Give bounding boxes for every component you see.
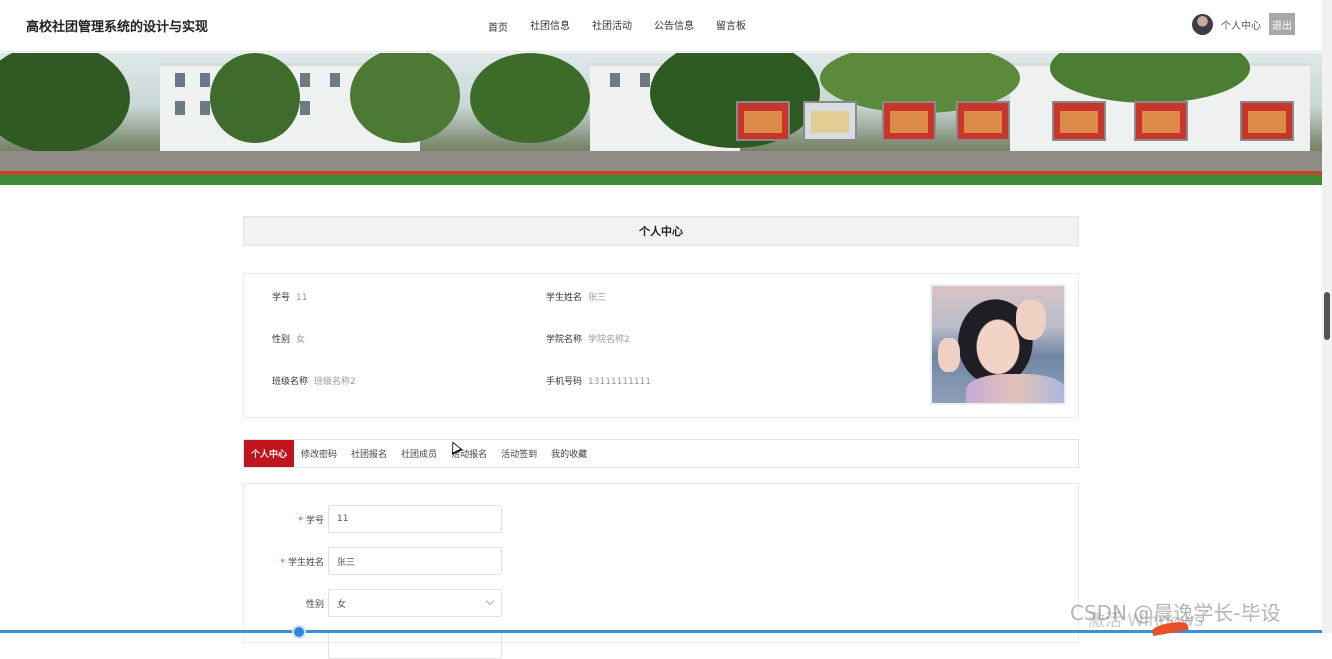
top-navbar: 高校社团管理系统的设计与实现 首页 社团信息 社团活动 公告信息 留言板 个人中… — [0, 0, 1322, 52]
form-label: 性别 — [305, 600, 324, 610]
info-gender: 性别女 — [272, 332, 305, 345]
required-mark: * — [298, 516, 303, 526]
user-area: 个人中心 退出 — [1192, 13, 1295, 35]
scrollbar-thumb[interactable] — [1324, 292, 1330, 340]
nav-club-activities[interactable]: 社团活动 — [592, 17, 632, 34]
form-row-student-name: * 学生姓名 张三 — [244, 547, 544, 575]
info-label: 学生姓名 — [546, 293, 583, 303]
info-student-name: 学生姓名 张三 — [546, 290, 606, 303]
info-label: 学号 — [272, 293, 291, 303]
chevron-down-icon — [485, 596, 495, 606]
form-row-student-no: * 学号 11 — [244, 505, 544, 533]
page-scrollbar[interactable] — [1322, 0, 1332, 633]
info-label: 学院名称 — [546, 335, 583, 345]
tab-club-signup[interactable]: 社团报名 — [344, 440, 394, 467]
info-value: 学院名称2 — [588, 335, 630, 345]
info-class: 班级名称 班级名称2 — [272, 374, 356, 387]
info-label: 班级名称 — [272, 377, 309, 387]
tab-activity-checkin[interactable]: 活动签到 — [494, 440, 544, 467]
info-student-no: 学号 11 — [272, 290, 307, 303]
student-no-input[interactable]: 11 — [328, 505, 502, 533]
gender-select[interactable]: 女 — [328, 589, 502, 617]
info-value: 13111111111 — [588, 377, 652, 387]
profile-form: * 学号 11 * 学生姓名 张三 性别 女 — [243, 483, 1079, 659]
next-input[interactable] — [328, 631, 502, 659]
info-value: 张三 — [588, 293, 607, 303]
tab-club-members[interactable]: 社团成员 — [394, 440, 444, 467]
nav-message-board[interactable]: 留言板 — [716, 17, 746, 34]
info-phone: 手机号码 13111111111 — [546, 374, 651, 387]
tab-my-favorites[interactable]: 我的收藏 — [544, 440, 594, 467]
nav-club-info[interactable]: 社团信息 — [530, 17, 570, 34]
info-value: 女 — [296, 335, 306, 345]
form-label: * 学号 — [298, 516, 324, 526]
info-value: 11 — [296, 293, 308, 303]
required-mark: * — [280, 558, 285, 568]
tab-personal-center[interactable]: 个人中心 — [244, 440, 295, 467]
info-label: 手机号码 — [546, 377, 583, 387]
student-name-input[interactable]: 张三 — [328, 547, 502, 575]
nav-announcements[interactable]: 公告信息 — [654, 17, 694, 34]
profile-photo — [930, 284, 1066, 405]
info-college: 学院名称 学院名称2 — [546, 332, 630, 345]
form-row-gender: 性别 女 — [244, 589, 544, 617]
form-row-next — [244, 631, 544, 659]
site-title[interactable]: 高校社团管理系统的设计与实现 — [26, 16, 208, 35]
campus-banner-image — [0, 53, 1322, 185]
main-nav: 首页 社团信息 社团活动 公告信息 留言板 — [488, 17, 768, 34]
avatar[interactable] — [1192, 13, 1213, 35]
nav-home[interactable]: 首页 — [488, 19, 508, 34]
user-center-link[interactable]: 个人中心 — [1221, 17, 1261, 32]
floating-dot-icon — [292, 625, 306, 639]
page-title: 个人中心 — [243, 216, 1079, 246]
profile-tabs: 个人中心 修改密码 社团报名 社团成员 活动报名 活动签到 我的收藏 — [243, 439, 1079, 468]
info-label: 性别 — [272, 335, 291, 345]
logout-button[interactable]: 退出 — [1269, 13, 1295, 35]
form-label: * 学生姓名 — [280, 558, 324, 568]
gender-select-value: 女 — [337, 599, 347, 610]
profile-info-card: 学号 11 学生姓名 张三 性别女 学院名称 学院名称2 班级名称 班级名称2 手机号码… — [243, 273, 1079, 418]
tab-change-password[interactable]: 修改密码 — [294, 440, 344, 467]
info-value: 班级名称2 — [314, 377, 356, 387]
